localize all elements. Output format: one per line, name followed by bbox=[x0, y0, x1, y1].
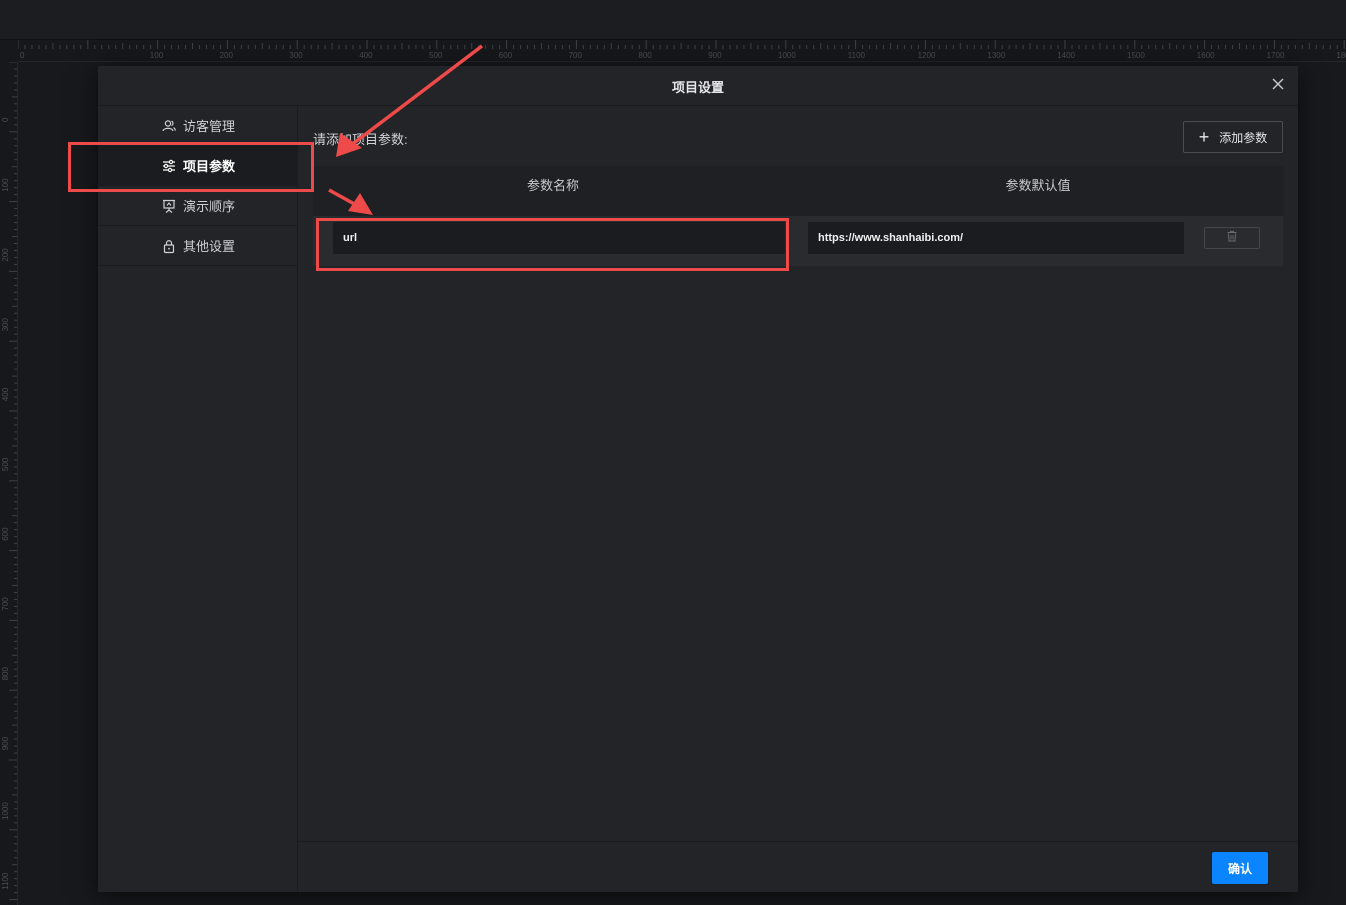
ruler-label: 200 bbox=[1, 248, 10, 262]
ruler-label: 0 bbox=[1, 117, 10, 122]
horizontal-ruler-ticks: 0 100 200 300 400 500 600 700 800 900 1000 1100 1200… bbox=[18, 40, 1346, 60]
ruler-label: 1100 bbox=[1, 872, 10, 890]
trash-icon bbox=[1226, 229, 1238, 247]
param-name-input[interactable]: url bbox=[333, 222, 785, 254]
column-header-default-value: 参数默认值 bbox=[1005, 178, 1071, 193]
dialog-title: 项目设置 bbox=[671, 80, 724, 95]
ruler-label: 1000 bbox=[778, 51, 796, 60]
ruler-label: 800 bbox=[1, 667, 10, 681]
sliders-icon bbox=[161, 158, 177, 174]
project-settings-dialog: 项目设置 访客管理 项目参数 演示顺序 其他设置 请添加项目参数: + 添加参数… bbox=[98, 66, 1298, 892]
app-top-bar bbox=[0, 0, 1346, 40]
ruler-label: 900 bbox=[1, 736, 10, 750]
ruler-label: 1300 bbox=[987, 51, 1005, 60]
ruler-label: 1200 bbox=[918, 51, 936, 60]
add-param-button[interactable]: + 添加参数 bbox=[1183, 121, 1283, 153]
param-default-input[interactable]: https://www.shanhaibi.com/ bbox=[808, 222, 1184, 254]
sidebar-item-label: 其他设置 bbox=[182, 239, 235, 254]
horizontal-ruler: 0 100 200 300 400 500 600 700 800 900 1000 1100 1200… bbox=[18, 40, 1346, 62]
ruler-label: 500 bbox=[429, 51, 443, 60]
users-icon bbox=[161, 118, 177, 134]
vertical-ruler-ticks: 0 100 200 300 400 500 600 700 800 900 1000 1100 bbox=[1, 62, 17, 901]
close-icon[interactable] bbox=[1270, 76, 1286, 92]
ruler-corner bbox=[0, 40, 18, 62]
ruler-label: 300 bbox=[289, 51, 303, 60]
vertical-ruler: 0 100 200 300 400 500 600 700 800 900 1000 1100 bbox=[0, 62, 18, 905]
add-param-label: 添加参数 bbox=[1219, 130, 1268, 145]
ruler-label: 1100 bbox=[848, 51, 866, 60]
sidebar-item-visitor-management[interactable]: 访客管理 bbox=[98, 106, 298, 146]
params-panel: 请添加项目参数: + 添加参数 参数名称 参数默认值 url https://w… bbox=[298, 106, 1298, 841]
ruler-label: 600 bbox=[499, 51, 513, 60]
ruler-label: 1700 bbox=[1267, 51, 1285, 60]
ruler-label: 1400 bbox=[1057, 51, 1075, 60]
ruler-label: 300 bbox=[1, 318, 10, 332]
params-table: 参数名称 参数默认值 url https://www.shanhaibi.com… bbox=[313, 166, 1283, 266]
ruler-label: 200 bbox=[220, 51, 234, 60]
ruler-label: 900 bbox=[708, 51, 722, 60]
settings-sidebar: 访客管理 项目参数 演示顺序 其他设置 bbox=[98, 106, 298, 892]
ruler-label: 800 bbox=[638, 51, 652, 60]
column-header-param-name: 参数名称 bbox=[526, 178, 579, 193]
ruler-label: 0 bbox=[20, 51, 25, 60]
ruler-label: 700 bbox=[569, 51, 583, 60]
sidebar-item-other-settings[interactable]: 其他设置 bbox=[98, 226, 298, 266]
dialog-footer: 确认 bbox=[298, 841, 1298, 892]
ruler-label: 100 bbox=[150, 51, 164, 60]
params-hint: 请添加项目参数: bbox=[313, 132, 408, 147]
ruler-label: 700 bbox=[1, 597, 10, 611]
delete-row-button[interactable] bbox=[1204, 227, 1260, 249]
ruler-label: 1800 bbox=[1336, 51, 1346, 60]
ruler-label: 500 bbox=[1, 457, 10, 471]
sidebar-item-presentation-order[interactable]: 演示顺序 bbox=[98, 186, 298, 226]
ruler-label: 1500 bbox=[1127, 51, 1145, 60]
ruler-label: 400 bbox=[359, 51, 373, 60]
dialog-header: 项目设置 bbox=[98, 66, 1298, 106]
presentation-icon bbox=[161, 198, 177, 214]
sidebar-item-label: 项目参数 bbox=[182, 159, 235, 174]
ruler-label: 1600 bbox=[1197, 51, 1215, 60]
ruler-label: 100 bbox=[1, 178, 10, 192]
ruler-label: 400 bbox=[1, 387, 10, 401]
lock-icon bbox=[161, 238, 177, 254]
sidebar-item-label: 演示顺序 bbox=[182, 199, 235, 214]
sidebar-item-project-params[interactable]: 项目参数 bbox=[98, 146, 298, 186]
ruler-label: 1000 bbox=[1, 802, 10, 820]
table-row: url https://www.shanhaibi.com/ bbox=[313, 216, 1283, 266]
sidebar-item-label: 访客管理 bbox=[182, 119, 235, 134]
confirm-button[interactable]: 确认 bbox=[1212, 852, 1268, 884]
ruler-label: 600 bbox=[1, 527, 10, 541]
plus-icon: + bbox=[1198, 127, 1210, 147]
